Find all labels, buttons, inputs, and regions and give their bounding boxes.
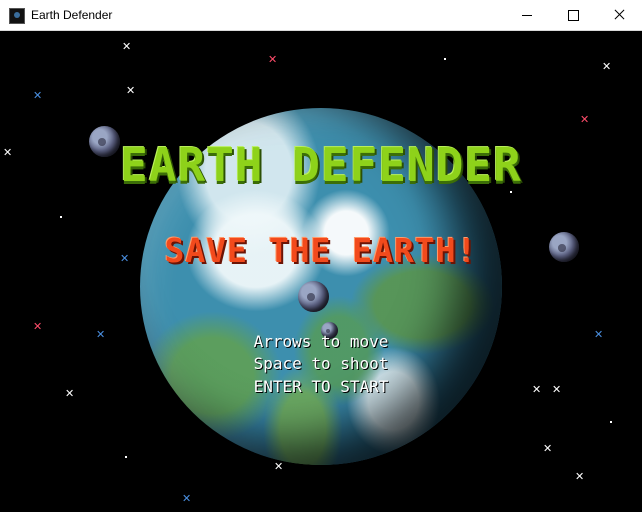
instruction-start: ENTER TO START [253,377,389,396]
star: ✕ [268,53,278,66]
game-title: EARTH DEFENDER [120,138,522,192]
star: ✕ [543,442,553,455]
star [610,421,612,423]
star [444,58,446,60]
game-window: Earth Defender ✕ ✕ ✕ ✕ ✕ ✕ ✕ ✕ ✕ ✕ ✕ ✕ ✕… [0,0,642,512]
instruction-move: Arrows to move [253,332,389,351]
star [125,456,127,458]
star [60,216,62,218]
star: ✕ [575,470,585,483]
minimize-button[interactable] [504,0,550,30]
star: ✕ [122,40,132,53]
maximize-button[interactable] [550,0,596,30]
star: ✕ [126,84,136,97]
game-canvas[interactable]: ✕ ✕ ✕ ✕ ✕ ✕ ✕ ✕ ✕ ✕ ✕ ✕ ✕ ✕ ✕ ✕ ✕ ✕ EART… [0,31,642,512]
star: ✕ [580,113,590,126]
instruction-shoot: Space to shoot [253,354,389,373]
game-subtitle: SAVE THE EARTH! [164,231,478,270]
app-icon[interactable] [9,8,25,24]
star: ✕ [33,89,43,102]
star: ✕ [274,460,284,473]
close-button[interactable] [596,0,642,30]
title-bar: Earth Defender [0,0,642,31]
window-title: Earth Defender [31,8,113,22]
star: ✕ [182,492,192,505]
star: ✕ [602,60,612,73]
asteroid [298,281,329,312]
